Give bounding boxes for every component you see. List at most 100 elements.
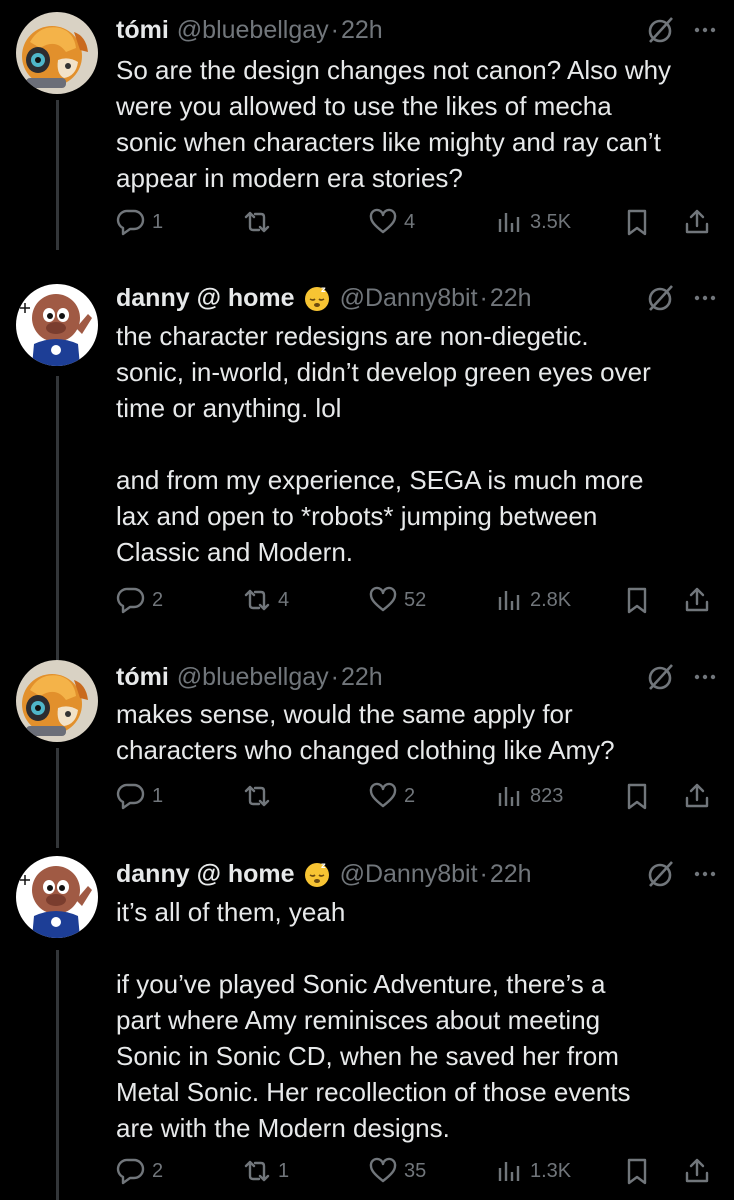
reply-button[interactable]: 1 xyxy=(116,776,163,816)
views-icon xyxy=(498,787,520,806)
tweet-header: tómi @bluebellgay · 22h xyxy=(116,660,718,694)
views-button[interactable]: 3.5K xyxy=(494,202,571,242)
repost-count: 4 xyxy=(278,588,290,611)
repost-button[interactable]: 4 xyxy=(242,580,289,620)
repost-button[interactable] xyxy=(242,202,278,242)
danny-avatar-image xyxy=(16,856,98,938)
danny-avatar-image xyxy=(16,284,98,366)
display-name[interactable]: danny @ home xyxy=(116,284,295,313)
grok-icon[interactable] xyxy=(646,662,676,692)
timestamp[interactable]: 22h xyxy=(341,663,383,692)
action-bar: 2 1 35 1.3K xyxy=(116,1151,716,1191)
repost-button[interactable] xyxy=(242,776,278,816)
user-handle[interactable]: @bluebellgay xyxy=(177,663,329,692)
reply-button[interactable]: 2 xyxy=(116,1151,163,1191)
grok-icon[interactable] xyxy=(646,859,676,889)
bookmark-button[interactable] xyxy=(622,776,652,816)
tweet-text: it’s all of them, yeah if you’ve played … xyxy=(116,897,631,1143)
share-icon xyxy=(685,209,709,234)
bookmark-icon xyxy=(627,1158,647,1185)
svg-text:z: z xyxy=(321,285,326,294)
tweet[interactable]: tómi @bluebellgay · 22h So are the desig… xyxy=(0,0,734,260)
like-count: 35 xyxy=(404,1159,427,1182)
share-button[interactable] xyxy=(682,1151,712,1191)
share-button[interactable] xyxy=(682,202,712,242)
like-count: 52 xyxy=(404,588,427,611)
repost-icon xyxy=(244,1160,270,1182)
views-button[interactable]: 1.3K xyxy=(494,1151,571,1191)
view-count: 2.8K xyxy=(530,588,572,611)
bookmark-button[interactable] xyxy=(622,1151,652,1191)
more-icon[interactable] xyxy=(692,664,718,690)
like-count: 2 xyxy=(404,784,416,807)
timestamp[interactable]: 22h xyxy=(341,16,383,45)
views-button[interactable]: 823 xyxy=(494,776,563,816)
bookmark-icon xyxy=(627,209,647,236)
user-handle[interactable]: @Danny8bit xyxy=(340,860,478,889)
avatar[interactable] xyxy=(16,660,98,742)
like-button[interactable]: 4 xyxy=(368,202,415,242)
user-handle[interactable]: @bluebellgay xyxy=(177,16,329,45)
like-button[interactable]: 35 xyxy=(368,1151,426,1191)
share-icon xyxy=(685,1158,709,1183)
reply-icon xyxy=(116,783,145,810)
reply-icon xyxy=(116,587,145,614)
reply-button[interactable]: 2 xyxy=(116,580,163,620)
share-button[interactable] xyxy=(682,776,712,816)
more-icon[interactable] xyxy=(692,17,718,43)
tweet-text: the character redesigns are non-diegetic… xyxy=(116,321,651,567)
share-icon xyxy=(685,587,709,612)
repost-icon xyxy=(244,589,270,611)
views-icon xyxy=(498,213,520,232)
like-button[interactable]: 52 xyxy=(368,580,426,620)
bookmark-button[interactable] xyxy=(622,580,652,620)
grok-icon[interactable] xyxy=(646,15,676,45)
svg-text:z: z xyxy=(321,861,326,870)
sleeping-face-emoji: z xyxy=(304,285,329,311)
bookmark-button[interactable] xyxy=(622,202,652,242)
action-bar: 1 2 823 xyxy=(116,776,716,816)
tweet[interactable]: danny @ home z @Danny8bit · 22h it’s all… xyxy=(0,846,734,1200)
views-icon xyxy=(498,1162,520,1181)
more-icon[interactable] xyxy=(692,285,718,311)
avatar[interactable] xyxy=(16,856,98,938)
like-icon xyxy=(369,586,397,612)
repost-count: 1 xyxy=(278,1159,290,1182)
tweet-text: makes sense, would the same apply for ch… xyxy=(116,699,615,765)
timestamp[interactable]: 22h xyxy=(490,860,532,889)
view-count: 3.5K xyxy=(530,210,572,233)
sleeping-face-emoji: z xyxy=(304,861,329,887)
reply-count: 2 xyxy=(152,588,164,611)
user-handle[interactable]: @Danny8bit xyxy=(340,284,478,313)
tweet-header: danny @ home z @Danny8bit · 22h xyxy=(116,857,718,891)
tomi-avatar-image xyxy=(16,660,98,742)
separator-dot: · xyxy=(479,859,488,888)
display-name[interactable]: danny @ home xyxy=(116,860,295,889)
like-count: 4 xyxy=(404,210,416,233)
views-icon xyxy=(498,591,520,610)
avatar[interactable] xyxy=(16,284,98,366)
like-icon xyxy=(369,1157,397,1183)
timestamp[interactable]: 22h xyxy=(490,284,532,313)
avatar[interactable] xyxy=(16,12,98,94)
view-count: 1.3K xyxy=(530,1159,572,1182)
reply-icon xyxy=(116,209,145,236)
display-name[interactable]: tómi xyxy=(116,16,169,45)
tweet[interactable]: tómi @bluebellgay · 22h makes sense, wou… xyxy=(0,660,734,846)
share-button[interactable] xyxy=(682,580,712,620)
more-icon[interactable] xyxy=(692,861,718,887)
grok-icon[interactable] xyxy=(646,283,676,313)
tweet[interactable]: danny @ home z @Danny8bit · 22h the char… xyxy=(0,260,734,660)
reply-count: 1 xyxy=(152,210,164,233)
share-icon xyxy=(685,783,709,808)
reply-button[interactable]: 1 xyxy=(116,202,163,242)
display-name[interactable]: tómi xyxy=(116,663,169,692)
reply-icon xyxy=(116,1158,145,1185)
views-button[interactable]: 2.8K xyxy=(494,580,571,620)
separator-dot: · xyxy=(330,15,339,44)
separator-dot: · xyxy=(479,283,488,312)
like-button[interactable]: 2 xyxy=(368,776,415,816)
bookmark-icon xyxy=(627,783,647,810)
repost-button[interactable]: 1 xyxy=(242,1151,289,1191)
tweet-header: tómi @bluebellgay · 22h xyxy=(116,13,718,47)
